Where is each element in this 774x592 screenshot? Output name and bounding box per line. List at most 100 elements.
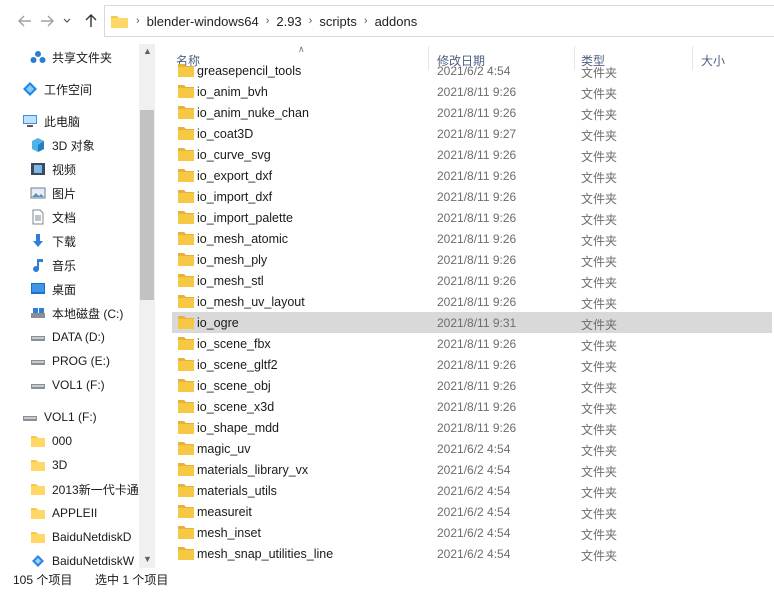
sidebar-item-folder-appleii[interactable]: APPLEII [30, 502, 97, 524]
sidebar-item-documents[interactable]: 文档 [30, 206, 76, 228]
file-row[interactable]: io_scene_fbx 2021/8/11 9:26 文件夹 [172, 333, 772, 354]
sidebar-item-label: 3D 对象 [52, 138, 95, 153]
file-name[interactable]: measureit [197, 505, 252, 519]
sidebar-item-prog-e[interactable]: PROG (E:) [30, 350, 110, 372]
breadcrumb-item[interactable]: 2.93 [276, 14, 301, 29]
file-row[interactable]: io_anim_nuke_chan 2021/8/11 9:26 文件夹 [172, 102, 772, 123]
file-row[interactable]: io_ogre 2021/8/11 9:31 文件夹 [172, 312, 772, 333]
sidebar-item-folder-2013[interactable]: 2013新一代卡通 [30, 478, 139, 500]
file-row[interactable]: io_mesh_uv_layout 2021/8/11 9:26 文件夹 [172, 291, 772, 312]
folder-icon [178, 169, 194, 182]
file-name[interactable]: io_shape_mdd [197, 421, 279, 435]
file-name[interactable]: mesh_inset [197, 526, 261, 540]
file-row[interactable]: io_mesh_stl 2021/8/11 9:26 文件夹 [172, 270, 772, 291]
file-name[interactable]: io_scene_x3d [197, 400, 274, 414]
file-name[interactable]: io_mesh_stl [197, 274, 264, 288]
file-name[interactable]: io_curve_svg [197, 148, 271, 162]
drive-icon [23, 416, 37, 421]
file-name[interactable]: io_import_dxf [197, 190, 272, 204]
folder-icon [31, 436, 45, 447]
file-row[interactable]: io_import_dxf 2021/8/11 9:26 文件夹 [172, 186, 772, 207]
file-row[interactable]: io_scene_x3d 2021/8/11 9:26 文件夹 [172, 396, 772, 417]
file-row[interactable]: io_import_palette 2021/8/11 9:26 文件夹 [172, 207, 772, 228]
file-name[interactable]: io_anim_nuke_chan [197, 106, 309, 120]
sidebar-item-video[interactable]: 视频 [30, 158, 76, 180]
file-type: 文件夹 [581, 465, 618, 479]
breadcrumb-item[interactable]: scripts [319, 14, 357, 29]
file-list[interactable]: greasepencil_tools 2021/6/2 4:54 文件夹 io_ani… [156, 60, 774, 566]
breadcrumb-item[interactable]: blender-windows64 [147, 14, 259, 29]
file-name[interactable]: materials_utils [197, 484, 277, 498]
file-row[interactable]: magic_uv 2021/6/2 4:54 文件夹 [172, 438, 772, 459]
file-name[interactable]: io_import_palette [197, 211, 293, 225]
scrollbar-thumb[interactable] [140, 110, 154, 300]
breadcrumb-separator[interactable]: › [266, 15, 270, 27]
breadcrumb-separator[interactable]: › [136, 15, 140, 27]
file-name[interactable]: io_scene_fbx [197, 337, 271, 351]
sidebar-item-data-d[interactable]: DATA (D:) [30, 326, 105, 348]
item-count: 105 个项目 [13, 573, 73, 587]
sidebar-item-local-disk-c[interactable]: 本地磁盘 (C:) [30, 302, 123, 324]
file-name[interactable]: io_export_dxf [197, 169, 272, 183]
file-name[interactable]: io_scene_obj [197, 379, 271, 393]
sidebar-item-folder-baidu-d[interactable]: BaiduNetdiskD [30, 526, 131, 548]
file-date: 2021/8/11 9:26 [437, 148, 517, 162]
folder-icon [178, 400, 194, 413]
file-row[interactable]: io_shape_mdd 2021/8/11 9:26 文件夹 [172, 417, 772, 438]
file-row[interactable]: io_scene_gltf2 2021/8/11 9:26 文件夹 [172, 354, 772, 375]
file-row[interactable]: materials_library_vx 2021/6/2 4:54 文件夹 [172, 459, 772, 480]
scroll-down-icon[interactable]: ▼ [143, 554, 152, 564]
scroll-up-icon[interactable]: ▲ [143, 46, 152, 56]
breadcrumb-separator[interactable]: › [309, 15, 313, 27]
file-name[interactable]: io_mesh_atomic [197, 232, 288, 246]
file-row[interactable]: io_scene_obj 2021/8/11 9:26 文件夹 [172, 375, 772, 396]
up-button[interactable] [80, 10, 102, 32]
back-button[interactable] [14, 10, 36, 32]
file-name[interactable]: io_ogre [197, 316, 239, 330]
breadcrumb-item[interactable]: addons [375, 14, 418, 29]
address-bar[interactable]: › blender-windows64 › 2.93 › scripts › a… [104, 5, 774, 37]
sidebar-scrollbar[interactable]: ▲ ▼ [139, 44, 155, 568]
file-row[interactable]: measureit 2021/6/2 4:54 文件夹 [172, 501, 772, 522]
file-name[interactable]: materials_library_vx [197, 463, 308, 477]
file-name[interactable]: mesh_snap_utilities_line [197, 547, 333, 561]
file-name[interactable]: io_anim_bvh [197, 85, 268, 99]
file-row[interactable]: io_coat3D 2021/8/11 9:27 文件夹 [172, 123, 772, 144]
breadcrumb-separator[interactable]: › [364, 15, 368, 27]
sidebar-item-workspace[interactable]: 工作空间 [22, 78, 92, 100]
file-row[interactable]: mesh_inset 2021/6/2 4:54 文件夹 [172, 522, 772, 543]
file-row[interactable]: io_anim_bvh 2021/8/11 9:26 文件夹 [172, 81, 772, 102]
file-row[interactable]: io_export_dxf 2021/8/11 9:26 文件夹 [172, 165, 772, 186]
file-row[interactable]: greasepencil_tools 2021/6/2 4:54 文件夹 [172, 60, 772, 81]
forward-button[interactable] [36, 10, 58, 32]
sidebar-item-vol1-f[interactable]: VOL1 (F:) [30, 374, 105, 396]
sidebar-item-3d-objects[interactable]: 3D 对象 [30, 134, 95, 156]
sidebar-item-shared[interactable]: 共享文件夹 [30, 46, 112, 68]
local-disk-icon [31, 308, 45, 318]
file-name[interactable]: io_mesh_uv_layout [197, 295, 305, 309]
recent-locations-button[interactable] [60, 10, 74, 32]
sidebar-item-downloads[interactable]: 下载 [30, 230, 76, 252]
sidebar-item-baidu-w[interactable]: BaiduNetdiskW [30, 550, 134, 568]
sidebar-item-folder-3d[interactable]: 3D [30, 454, 67, 476]
file-row[interactable]: materials_utils 2021/6/2 4:54 文件夹 [172, 480, 772, 501]
sidebar-item-folder-000[interactable]: 000 [30, 430, 72, 452]
file-type: 文件夹 [581, 66, 618, 80]
file-row[interactable]: io_mesh_atomic 2021/8/11 9:26 文件夹 [172, 228, 772, 249]
sidebar-item-desktop[interactable]: 桌面 [30, 278, 76, 300]
sidebar-item-vol1-root[interactable]: VOL1 (F:) [22, 406, 97, 428]
file-name[interactable]: io_mesh_ply [197, 253, 267, 267]
file-row[interactable]: io_curve_svg 2021/8/11 9:26 文件夹 [172, 144, 772, 165]
file-name[interactable]: io_coat3D [197, 127, 253, 141]
sidebar-item-pictures[interactable]: 图片 [30, 182, 76, 204]
file-date: 2021/8/11 9:26 [437, 253, 517, 267]
file-name[interactable]: io_scene_gltf2 [197, 358, 278, 372]
file-name[interactable]: magic_uv [197, 442, 251, 456]
file-row[interactable]: mesh_snap_utilities_line 2021/6/2 4:54 文件夹 [172, 543, 772, 564]
file-name[interactable]: greasepencil_tools [197, 64, 301, 78]
sidebar-item-music[interactable]: 音乐 [30, 254, 76, 276]
status-bar: 105 个项目 选中 1 个项目 [0, 568, 774, 592]
sidebar-item-this-pc[interactable]: 此电脑 [22, 110, 80, 132]
file-row[interactable]: io_mesh_ply 2021/8/11 9:26 文件夹 [172, 249, 772, 270]
folder-icon [178, 190, 194, 203]
